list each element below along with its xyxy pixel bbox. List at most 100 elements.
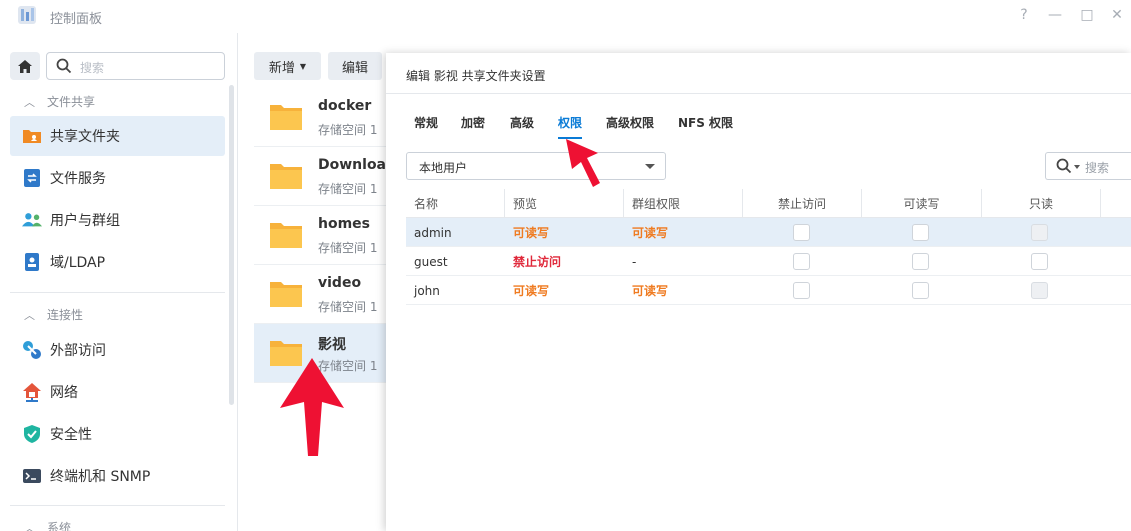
shared-folder-icon (22, 126, 42, 146)
tab-general[interactable]: 常规 (414, 114, 438, 131)
folder-icon (270, 164, 302, 189)
sidebar-scrollbar[interactable] (229, 85, 234, 405)
external-access-icon (22, 340, 42, 360)
folder-row[interactable]: Download 存储空间 1 (254, 147, 394, 206)
folder-icon (270, 282, 302, 307)
control-panel-icon (18, 6, 36, 24)
column-header-name[interactable]: 名称 (406, 189, 505, 218)
maximize-button[interactable]: □ (1078, 7, 1096, 23)
user-type-select[interactable]: 本地用户 (406, 152, 666, 180)
section-label: 文件共享 (47, 95, 96, 109)
window-titlebar: 控制面板 ? — □ ✕ (0, 0, 1131, 33)
preview-permission: 可读写 (513, 284, 550, 298)
folder-icon (270, 223, 302, 248)
folder-icon (270, 105, 302, 130)
edit-button[interactable]: 编辑 (328, 52, 382, 80)
preview-permission: 禁止访问 (513, 255, 562, 269)
sidebar-item-label: 外部访问 (50, 343, 106, 359)
sidebar-item-label: 域/LDAP (50, 255, 106, 271)
group-permission: 可读写 (632, 226, 669, 240)
security-shield-icon (22, 424, 42, 444)
edit-shared-folder-dialog: 编辑 影视 共享文件夹设置 常规 加密 高级 权限 高级权限 NFS 权限 本地… (386, 53, 1131, 531)
no-access-checkbox[interactable] (793, 253, 810, 270)
terminal-icon (22, 466, 42, 486)
chevron-down-icon (645, 164, 655, 169)
read-write-checkbox[interactable] (912, 253, 929, 270)
column-header-no-access[interactable]: 禁止访问 (743, 189, 862, 218)
sidebar-item-domain-ldap[interactable]: 域/LDAP (10, 242, 225, 282)
sidebar-item-shared-folder[interactable]: 共享文件夹 (10, 116, 225, 156)
search-icon (56, 58, 72, 74)
annotation-arrow-icon (280, 358, 344, 456)
folder-row[interactable]: homes 存储空间 1 (254, 206, 394, 265)
read-only-checkbox[interactable] (1031, 282, 1048, 299)
search-placeholder: 搜索 (1085, 161, 1110, 175)
section-label: 系统 (47, 521, 72, 531)
sidebar-item-security[interactable]: 安全性 (10, 414, 225, 454)
column-header-preview[interactable]: 预览 (505, 189, 624, 218)
permission-search-input[interactable]: 搜索 (1045, 152, 1131, 180)
sidebar-item-file-services[interactable]: 文件服务 (10, 158, 225, 198)
section-file-sharing[interactable]: ︿ 文件共享 (24, 93, 95, 110)
folder-volume: 存储空间 1 (318, 241, 378, 255)
group-permission: 可读写 (632, 284, 669, 298)
column-header-group-permission[interactable]: 群组权限 (624, 189, 743, 218)
read-only-checkbox[interactable] (1031, 224, 1048, 241)
no-access-checkbox[interactable] (793, 282, 810, 299)
edit-button-label: 编辑 (341, 60, 368, 76)
section-system[interactable]: ︿ 系统 (24, 519, 71, 531)
folder-volume: 存储空间 1 (318, 182, 378, 196)
table-row[interactable]: guest 禁止访问 - (406, 247, 1131, 276)
search-placeholder: 搜索 (80, 61, 105, 75)
no-access-checkbox[interactable] (793, 224, 810, 241)
tab-advanced-permissions[interactable]: 高级权限 (606, 114, 654, 131)
help-button[interactable]: ? (1015, 7, 1033, 23)
window-title: 控制面板 (50, 12, 103, 27)
create-button[interactable]: 新增 ▼ (254, 52, 321, 80)
folder-row[interactable]: docker 存储空间 1 (254, 88, 394, 147)
column-header-read-only[interactable]: 只读 (982, 189, 1101, 218)
folder-name: homes (318, 216, 371, 232)
domain-ldap-icon (22, 252, 42, 272)
sidebar-item-users-groups[interactable]: 用户与群组 (10, 200, 225, 240)
chevron-up-icon: ︿ (24, 308, 35, 322)
file-services-icon (22, 168, 42, 188)
tab-advanced[interactable]: 高级 (510, 114, 534, 131)
network-icon (22, 382, 42, 402)
table-row[interactable]: john 可读写 可读写 (406, 276, 1131, 305)
tab-permissions[interactable]: 权限 (558, 114, 582, 131)
minimize-button[interactable]: — (1046, 7, 1064, 23)
sidebar-item-terminal-snmp[interactable]: 终端机和 SNMP (10, 456, 225, 496)
sidebar-item-network[interactable]: 网络 (10, 372, 225, 412)
tab-nfs-permissions[interactable]: NFS 权限 (678, 114, 733, 131)
folder-volume: 存储空间 1 (318, 300, 378, 314)
sidebar-search-input[interactable]: 搜索 (46, 52, 225, 80)
read-write-checkbox[interactable] (912, 224, 929, 241)
preview-permission: 可读写 (513, 226, 550, 240)
sidebar-item-label: 共享文件夹 (50, 129, 120, 145)
read-write-checkbox[interactable] (912, 282, 929, 299)
tab-encryption[interactable]: 加密 (461, 114, 485, 131)
table-row[interactable]: admin 可读写 可读写 (406, 218, 1131, 247)
dialog-titlebar: 编辑 影视 共享文件夹设置 (386, 53, 1131, 94)
sidebar-divider (10, 292, 225, 293)
folder-name: 影视 (318, 337, 346, 353)
read-only-checkbox[interactable] (1031, 253, 1048, 270)
folder-row[interactable]: video 存储空间 1 (254, 265, 394, 324)
close-button[interactable]: ✕ (1108, 7, 1126, 23)
home-button[interactable] (10, 52, 40, 80)
chevron-up-icon: ︿ (24, 521, 35, 531)
sidebar-item-label: 终端机和 SNMP (50, 469, 151, 485)
column-header-read-write[interactable]: 可读写 (862, 189, 982, 218)
section-connectivity[interactable]: ︿ 连接性 (24, 306, 83, 323)
user-type-value: 本地用户 (419, 161, 468, 175)
sidebar: 搜索 ︿ 文件共享 共享文件夹 文件服务 用户与群组 域/LDAP ︿ 连接性 (0, 33, 238, 531)
table-header: 名称 预览 群组权限 禁止访问 可读写 只读 (406, 189, 1131, 218)
sidebar-item-external-access[interactable]: 外部访问 (10, 330, 225, 370)
folder-name: docker (318, 98, 372, 114)
sidebar-item-label: 用户与群组 (50, 213, 120, 229)
home-icon (18, 59, 32, 73)
folder-name: Download (318, 157, 394, 173)
chevron-down-icon: ▼ (299, 61, 307, 71)
annotation-arrow-icon (566, 139, 600, 187)
